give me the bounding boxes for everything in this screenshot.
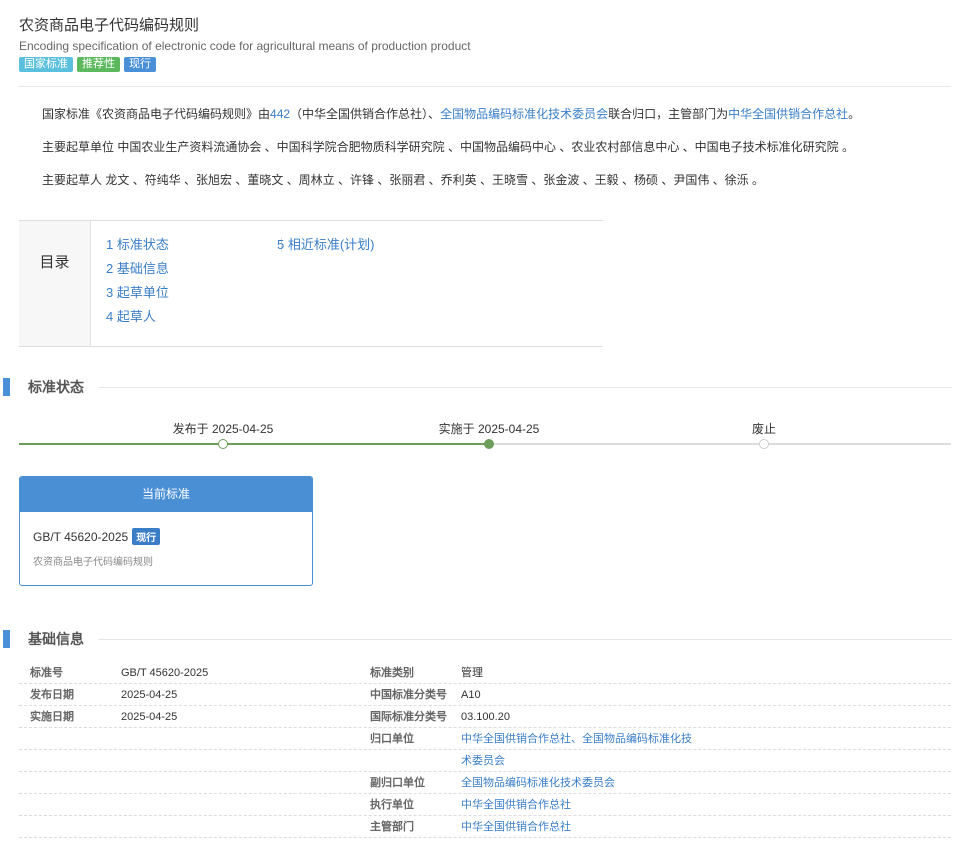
card-body: GB/T 45620-2025 现行 农资商品电子代码编码规则 [20, 512, 312, 584]
timeline-progress [19, 443, 489, 445]
card-code-line: GB/T 45620-2025 现行 [33, 528, 299, 545]
toc-item-drafters[interactable]: 4 起草人 [106, 307, 169, 331]
section-accent-bar [3, 378, 10, 396]
intro-text: 国家标准《农资商品电子代码编码规则》由442（中华全国供销合作总社）、全国物品编… [42, 104, 932, 203]
intro-text-segment: （中华全国供销合作总社）、 [290, 107, 441, 121]
toc-item-drafting-units[interactable]: 3 起草单位 [106, 283, 169, 307]
key-standard-number: 标准号 [30, 667, 63, 679]
table-row: 实施日期 2025-04-25 国际标准分类号 03.100.20 [19, 706, 951, 728]
value-administering-unit[interactable]: 中华全国供销合作总社、全国物品编码标准化技 [461, 732, 692, 746]
intro-paragraph-drafters: 主要起草人 龙文 、符纯华 、张旭宏 、董晓文 、周林立 、许锋 、张丽君 、乔… [42, 173, 765, 187]
status-timeline: 发布于 2025-04-25 实施于 2025-04-25 废止 [19, 415, 951, 455]
current-standard-card[interactable]: 当前标准 GB/T 45620-2025 现行 农资商品电子代码编码规则 [19, 476, 313, 586]
table-of-contents: 目录 1 标准状态 2 基础信息 3 起草单位 4 起草人 5 相近标准(计划) [19, 220, 603, 347]
intro-text-segment: 。 [848, 107, 861, 121]
value-implement-date: 2025-04-25 [121, 711, 178, 723]
value-deputy-administering-unit[interactable]: 全国物品编码标准化技术委员会 [461, 776, 615, 790]
value-ics: 03.100.20 [461, 711, 510, 723]
section-header-basic: 基础信息 [0, 630, 952, 650]
timeline-dot-implemented [484, 439, 494, 449]
key-publish-date: 发布日期 [30, 689, 74, 701]
value-executing-unit[interactable]: 中华全国供销合作总社 [461, 798, 571, 812]
table-row: 执行单位 中华全国供销合作总社 [19, 794, 951, 816]
header-divider [19, 86, 951, 87]
key-ccs: 中国标准分类号 [370, 689, 447, 701]
section-header-status: 标准状态 [0, 378, 952, 398]
badge-recommended: 推荐性 [77, 57, 120, 72]
table-row: 发布日期 2025-04-25 中国标准分类号 A10 [19, 684, 951, 706]
toc-body: 1 标准状态 2 基础信息 3 起草单位 4 起草人 5 相近标准(计划) [91, 221, 603, 346]
page-header: 农资商品电子代码编码规则 Encoding specification of e… [19, 16, 951, 72]
link-coop[interactable]: 中华全国供销合作总社 [728, 107, 848, 121]
table-row: 归口单位 中华全国供销合作总社、全国物品编码标准化技 [19, 728, 951, 750]
badge-current: 现行 [124, 57, 156, 72]
timeline-label-published: 发布于 2025-04-25 [172, 422, 274, 436]
toc-item-status[interactable]: 1 标准状态 [106, 235, 169, 259]
section-title-status: 标准状态 [28, 379, 84, 395]
value-publish-date: 2025-04-25 [121, 689, 178, 701]
key-implement-date: 实施日期 [30, 711, 74, 723]
card-header: 当前标准 [20, 477, 312, 512]
basic-info-table: 标准号 GB/T 45620-2025 标准类别 管理 发布日期 2025-04… [19, 662, 951, 838]
card-standard-name: 农资商品电子代码编码规则 [33, 557, 153, 568]
table-row: 标准号 GB/T 45620-2025 标准类别 管理 [19, 662, 951, 684]
intro-paragraph-drafting-units: 主要起草单位 中国农业生产资料流通协会 、中国科学院合肥物质科学研究院 、中国物… [42, 140, 855, 154]
section-title-basic: 基础信息 [28, 631, 84, 647]
page-subtitle: Encoding specification of electronic cod… [19, 39, 471, 53]
table-row: 术委员会 [19, 750, 951, 772]
timeline-dot-abolished [759, 439, 769, 449]
intro-text-segment: 联合归口，主管部门为 [608, 107, 729, 121]
key-deputy-administering-unit: 副归口单位 [370, 777, 425, 789]
badge-group: 国家标准 推荐性 现行 [19, 57, 951, 72]
value-ccs: A10 [461, 689, 481, 701]
toc-column-1: 1 标准状态 2 基础信息 3 起草单位 4 起草人 [106, 235, 169, 331]
intro-paragraph-1: 国家标准《农资商品电子代码编码规则》由442（中华全国供销合作总社）、全国物品编… [42, 104, 932, 124]
toc-label: 目录 [19, 221, 91, 346]
toc-item-similar-standards[interactable]: 5 相近标准(计划) [277, 235, 375, 259]
card-status-badge: 现行 [132, 528, 161, 545]
table-row: 副归口单位 全国物品编码标准化技术委员会 [19, 772, 951, 794]
value-standard-category: 管理 [461, 667, 483, 679]
link-442[interactable]: 442 [270, 107, 290, 121]
key-executing-unit: 执行单位 [370, 799, 414, 811]
table-row: 主管部门 中华全国供销合作总社 [19, 816, 951, 838]
section-rule [98, 639, 952, 640]
value-administering-unit-cont[interactable]: 术委员会 [461, 754, 505, 768]
section-accent-bar [3, 630, 10, 648]
key-standard-category: 标准类别 [370, 667, 414, 679]
link-committee[interactable]: 全国物品编码标准化技术委员会 [440, 107, 608, 121]
key-ics: 国际标准分类号 [370, 711, 447, 723]
timeline-label-abolished: 废止 [751, 422, 777, 436]
key-competent-department: 主管部门 [370, 821, 414, 833]
value-standard-number: GB/T 45620-2025 [121, 667, 209, 679]
value-competent-department[interactable]: 中华全国供销合作总社 [461, 820, 571, 834]
timeline-dot-published [218, 439, 228, 449]
page-title: 农资商品电子代码编码规则 [19, 17, 200, 34]
toc-column-2: 5 相近标准(计划) [277, 235, 375, 259]
toc-item-basic-info[interactable]: 2 基础信息 [106, 259, 169, 283]
card-standard-code: GB/T 45620-2025 [33, 529, 129, 544]
key-administering-unit: 归口单位 [370, 733, 414, 745]
timeline-label-implemented: 实施于 2025-04-25 [438, 422, 540, 436]
intro-text-segment: 国家标准《农资商品电子代码编码规则》由 [42, 107, 271, 121]
section-rule [98, 387, 952, 388]
badge-national-standard: 国家标准 [19, 57, 73, 72]
